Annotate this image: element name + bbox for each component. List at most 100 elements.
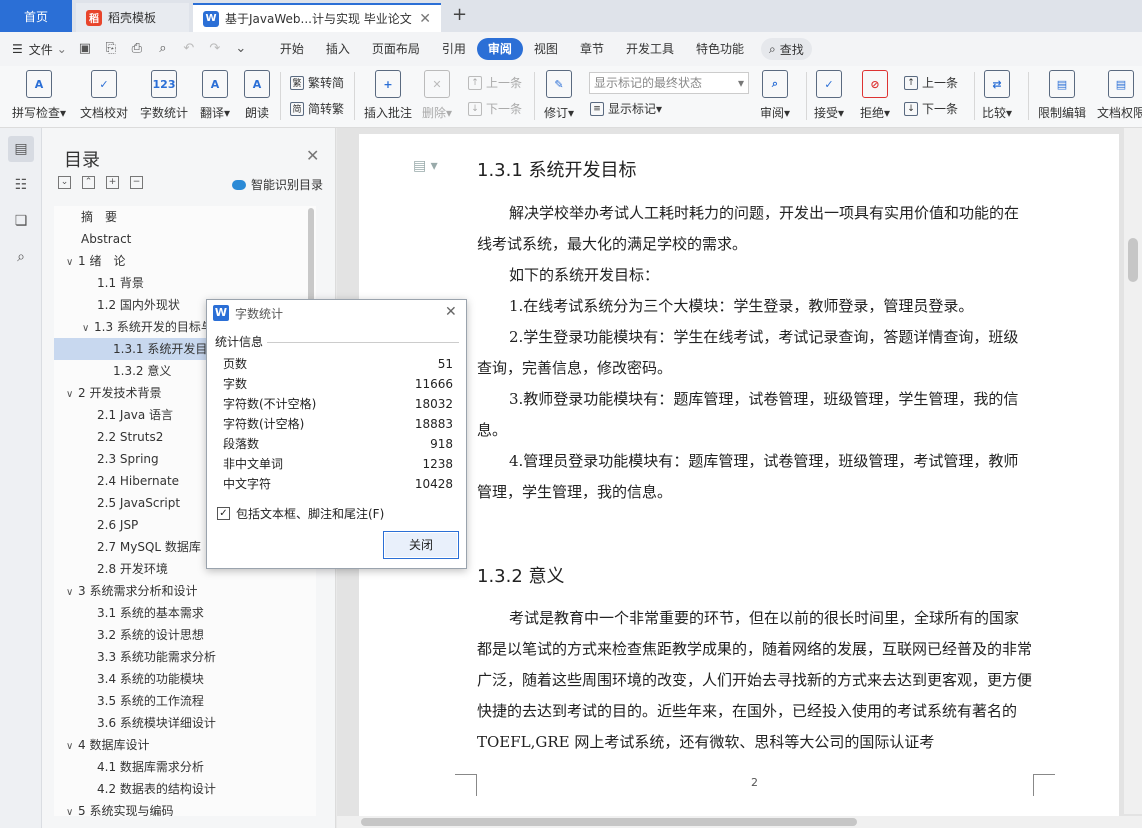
restrict-edit-button[interactable]: ▤ 限制编辑	[1038, 70, 1086, 121]
read-aloud-button[interactable]: A 朗读	[244, 70, 270, 121]
toc-item[interactable]: 3.2 系统的设计思想	[54, 624, 316, 646]
stat-value: 18883	[414, 417, 453, 431]
markup-status-select[interactable]: 显示标记的最终状态 ▾	[589, 72, 749, 94]
smart-toc-button[interactable]: 智能识别目录	[232, 176, 323, 193]
toc-item[interactable]: ∨ 1 绪 论	[54, 250, 316, 272]
show-marks-button[interactable]: ≡ 显示标记 ▾	[590, 100, 662, 117]
save-icon[interactable]: ▣	[77, 41, 93, 57]
expand-arrow-icon[interactable]: ∨	[66, 802, 78, 816]
prev-comment-button[interactable]: ↑ 上一条	[468, 74, 522, 91]
page-menu-icon[interactable]: ▤ ▾	[413, 158, 438, 174]
tab-document[interactable]: W 基于JavaWeb...计与实现 毕业论文 ✕	[193, 3, 441, 32]
toc-item[interactable]: 摘 要	[54, 206, 316, 228]
trad-simp-icon: 繁	[290, 75, 304, 90]
menu-tab[interactable]: 引用	[431, 38, 477, 60]
delete-comment-button[interactable]: ✕ 删除▾	[422, 70, 452, 121]
menu-tab[interactable]: 视图	[523, 38, 569, 60]
menu-tab[interactable]: 开始	[269, 38, 315, 60]
new-tab-icon[interactable]: +	[452, 4, 467, 25]
close-icon[interactable]: ✕	[306, 146, 319, 165]
next-change-button[interactable]: ↓ 下一条	[904, 100, 958, 117]
close-tab-icon[interactable]: ✕	[419, 11, 431, 27]
expand-arrow-icon[interactable]: ∨	[82, 318, 94, 340]
collapse-down-icon[interactable]: ⌄	[58, 176, 71, 189]
include-textbox-checkbox[interactable]: ✓ 包括文本框、脚注和尾注(F)	[217, 505, 384, 522]
toc-item[interactable]: 3.3 系统功能需求分析	[54, 646, 316, 668]
toc-icon[interactable]: ▤	[8, 136, 34, 162]
print-preview-icon[interactable]: ⌕	[155, 41, 171, 57]
track-changes-button[interactable]: ✎ 修订▾	[544, 70, 574, 121]
undo-icon[interactable]: ↶	[181, 41, 197, 57]
tab-template[interactable]: 稻 稻壳模板	[76, 3, 189, 32]
expand-icon[interactable]: +	[106, 176, 119, 189]
paragraph: 如下的系统开发目标：	[509, 266, 660, 284]
wordcount-button[interactable]: 123 字数统计	[140, 70, 188, 121]
menu-tab[interactable]: 章节	[569, 38, 615, 60]
insert-comment-button[interactable]: + 插入批注	[364, 70, 412, 121]
menu-tab[interactable]: 开发工具	[615, 38, 685, 60]
collapse-icon[interactable]: −	[130, 176, 143, 189]
document-page[interactable]: ▤ ▾ 1.3.1 系统开发目标 解决学校举办考试人工耗时耗力的问题，开发出一项…	[359, 134, 1119, 824]
print-icon[interactable]: ⎙	[129, 41, 145, 57]
search-icon[interactable]: ⌕	[8, 244, 34, 270]
horizontal-scrollbar[interactable]	[337, 816, 1142, 828]
review-pane-button[interactable]: ⌕ 审阅▾	[760, 70, 790, 121]
toc-item[interactable]: ∨ 5 系统实现与编码	[54, 800, 316, 816]
toc-item-label: 3.4 系统的功能模块	[97, 672, 204, 686]
toc-item[interactable]: 3.4 系统的功能模块	[54, 668, 316, 690]
expand-arrow-icon[interactable]: ∨	[66, 736, 78, 758]
close-button[interactable]: 关闭	[383, 531, 459, 559]
next-comment-button[interactable]: ↓ 下一条	[468, 100, 522, 117]
toc-item[interactable]: 3.6 系统模块详细设计	[54, 712, 316, 734]
close-icon[interactable]: ✕	[445, 304, 457, 320]
prev2-label: 上一条	[922, 76, 959, 90]
toc-item[interactable]: 1.1 背景	[54, 272, 316, 294]
toc-item-label: 3.1 系统的基本需求	[97, 606, 204, 620]
spellcheck-button[interactable]: A 拼写检查▾	[12, 70, 66, 121]
doc-permission-button[interactable]: ▤ 文档权限	[1097, 70, 1142, 121]
redo-icon[interactable]: ↷	[207, 41, 223, 57]
bookmark-icon[interactable]: ❏	[8, 208, 34, 234]
expand-arrow-icon[interactable]: ∨	[66, 384, 78, 406]
ribbon-divider	[534, 72, 535, 120]
paragraph: 4.管理员登录功能模块有：题库管理，试卷管理，班级管理，考试管理，教师管理，学生…	[477, 452, 1019, 501]
insert-comment-label: 插入批注	[364, 106, 413, 120]
export-icon[interactable]: ⎘	[103, 41, 119, 57]
menu-tab[interactable]: 审阅	[476, 38, 523, 60]
search-label: 查找	[779, 42, 804, 57]
accept-label: 接受	[814, 106, 839, 120]
reject-button[interactable]: ⊘ 拒绝▾	[860, 70, 890, 121]
scroll-thumb[interactable]	[361, 818, 857, 826]
toc-item[interactable]: ∨ 4 数据库设计	[54, 734, 316, 756]
toc-item[interactable]: Abstract	[54, 228, 316, 250]
translate-button[interactable]: A 翻译▾	[200, 70, 230, 121]
search-box[interactable]: ⌕ 查找	[760, 38, 812, 60]
menu-tab[interactable]: 页面布局	[361, 38, 431, 60]
vertical-scrollbar[interactable]	[1124, 128, 1142, 814]
quick-access-more-icon[interactable]: ⌄	[233, 41, 249, 57]
collapse-up-icon[interactable]: ⌃	[82, 176, 95, 189]
expand-arrow-icon[interactable]: ∨	[66, 252, 78, 274]
chapter-icon[interactable]: ☷	[8, 172, 34, 198]
menu-tab[interactable]: 特色功能	[685, 38, 755, 60]
simp-to-trad-button[interactable]: 简简转繁	[290, 100, 344, 117]
file-menu[interactable]: ☰ 文件 ⌄	[12, 41, 67, 58]
comment-icon: +	[375, 70, 401, 98]
toc-item[interactable]: 4.2 数据表的结构设计	[54, 778, 316, 800]
scroll-thumb[interactable]	[1128, 238, 1138, 282]
tab-home[interactable]: 首页	[0, 0, 72, 32]
dialog-titlebar[interactable]: W 字数统计	[207, 300, 466, 326]
prev-change-button[interactable]: ↑ 上一条	[904, 74, 958, 91]
toc-item[interactable]: 4.1 数据库需求分析	[54, 756, 316, 778]
stat-label: 中文字符	[223, 477, 272, 491]
accept-button[interactable]: ✓ 接受▾	[814, 70, 844, 121]
compare-button[interactable]: ⇄ 比较▾	[982, 70, 1012, 121]
expand-arrow-icon[interactable]: ∨	[66, 582, 78, 604]
menu-tab[interactable]: 插入	[315, 38, 361, 60]
toc-item[interactable]: 3.5 系统的工作流程	[54, 690, 316, 712]
ribbon-divider	[806, 72, 807, 120]
proofread-button[interactable]: ✓ 文档校对	[80, 70, 128, 121]
toc-item[interactable]: 3.1 系统的基本需求	[54, 602, 316, 624]
toc-item[interactable]: ∨ 3 系统需求分析和设计	[54, 580, 316, 602]
trad-to-simp-button[interactable]: 繁繁转简	[290, 74, 344, 91]
